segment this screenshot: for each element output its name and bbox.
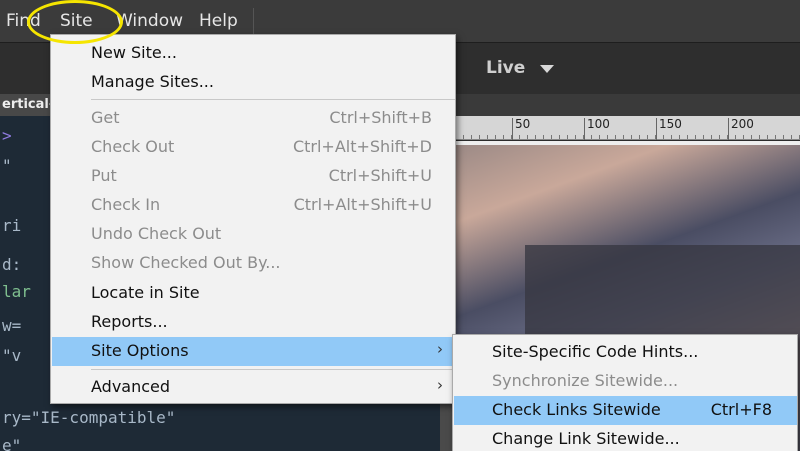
menu-item-reports[interactable]: Reports...	[52, 308, 455, 337]
menu-item-label: Manage Sites...	[91, 72, 214, 91]
menu-item-shortcut: Ctrl+Shift+U	[328, 166, 432, 185]
code-line: ry="IE-compatible"	[2, 408, 176, 427]
menu-item-label: Show Checked Out By...	[91, 253, 281, 272]
ruler-label: 150	[659, 117, 682, 131]
submenu-item-label: Site-Specific Code Hints...	[492, 342, 699, 361]
code-line: w=	[2, 316, 22, 335]
code-line: lar	[2, 282, 31, 301]
chevron-right-icon: ›	[437, 340, 443, 358]
submenu-item-label: Check Links Sitewide	[492, 400, 661, 419]
menu-item-label: Get	[91, 108, 120, 127]
ruler-tick	[728, 118, 729, 140]
submenu-item-label: Synchronize Sitewide...	[492, 371, 679, 390]
menu-item-shortcut: Ctrl+Shift+B	[329, 108, 432, 127]
menu-item-label: Undo Check Out	[91, 224, 222, 243]
menu-item-show-checked-out-by[interactable]: Show Checked Out By...	[52, 249, 455, 278]
menu-item-label: Check Out	[91, 137, 175, 156]
ruler-label: 50	[515, 117, 531, 131]
code-line: "v	[2, 346, 22, 365]
menu-item-locate-in-site[interactable]: Locate in Site	[52, 279, 455, 308]
menu-separator	[91, 369, 455, 370]
horizontal-ruler: 50 100 150 200	[455, 116, 800, 140]
chevron-down-icon[interactable]	[540, 65, 554, 73]
code-line: d:	[2, 255, 22, 274]
menu-item-label: Put	[91, 166, 117, 185]
code-line: >	[2, 126, 12, 145]
chevron-right-icon: ›	[437, 376, 443, 394]
submenu-item-shortcut: Ctrl+F8	[710, 400, 772, 419]
menu-divider	[253, 8, 254, 34]
submenu-item-synchronize-sitewide[interactable]: Synchronize Sitewide...	[454, 367, 797, 396]
menu-separator	[91, 99, 455, 100]
menu-item-get[interactable]: Get Ctrl+Shift+B	[52, 104, 455, 133]
submenu-item-site-specific-code-hints[interactable]: Site-Specific Code Hints...	[454, 338, 797, 367]
menu-item-shortcut: Ctrl+Alt+Shift+D	[292, 137, 432, 156]
menu-item-undo-check-out[interactable]: Undo Check Out	[52, 220, 455, 249]
ruler-label: 200	[731, 117, 754, 131]
menu-item-check-out[interactable]: Check Out Ctrl+Alt+Shift+D	[52, 133, 455, 162]
ruler-tick	[512, 118, 513, 140]
code-line: "	[2, 156, 12, 175]
submenu-item-label: Change Link Sitewide...	[492, 429, 680, 448]
menu-item-shortcut: Ctrl+Alt+Shift+U	[293, 195, 432, 214]
live-view-button[interactable]: Live	[486, 58, 525, 78]
submenu-item-change-link-sitewide[interactable]: Change Link Sitewide...	[454, 425, 797, 451]
ruler-tick	[584, 118, 585, 140]
menu-item-check-in[interactable]: Check In Ctrl+Alt+Shift+U	[52, 191, 455, 220]
menu-item-site-options[interactable]: Site Options ›	[52, 337, 455, 366]
ruler-tick	[656, 118, 657, 140]
submenu-item-check-links-sitewide[interactable]: Check Links Sitewide Ctrl+F8	[454, 396, 797, 425]
ruler-label: 100	[587, 117, 610, 131]
menu-item-label: New Site...	[91, 43, 177, 62]
code-line: ri	[2, 216, 22, 235]
menu-item-label: Check In	[91, 195, 161, 214]
menu-item-label: Locate in Site	[91, 283, 200, 302]
menu-item-label: Site Options	[91, 341, 189, 360]
menu-item-new-site[interactable]: New Site...	[52, 39, 455, 68]
site-options-submenu: Site-Specific Code Hints... Synchronize …	[452, 334, 798, 451]
menu-item-advanced[interactable]: Advanced ›	[52, 373, 455, 402]
menu-item-label: Reports...	[91, 312, 168, 331]
menu-item-put[interactable]: Put Ctrl+Shift+U	[52, 162, 455, 191]
annotation-circle	[27, 0, 123, 44]
menu-item-manage-sites[interactable]: Manage Sites...	[52, 68, 455, 97]
menu-item-label: Advanced	[91, 377, 171, 396]
code-line: e"	[2, 436, 22, 451]
site-menu: New Site... Manage Sites... Get Ctrl+Shi…	[50, 34, 456, 404]
